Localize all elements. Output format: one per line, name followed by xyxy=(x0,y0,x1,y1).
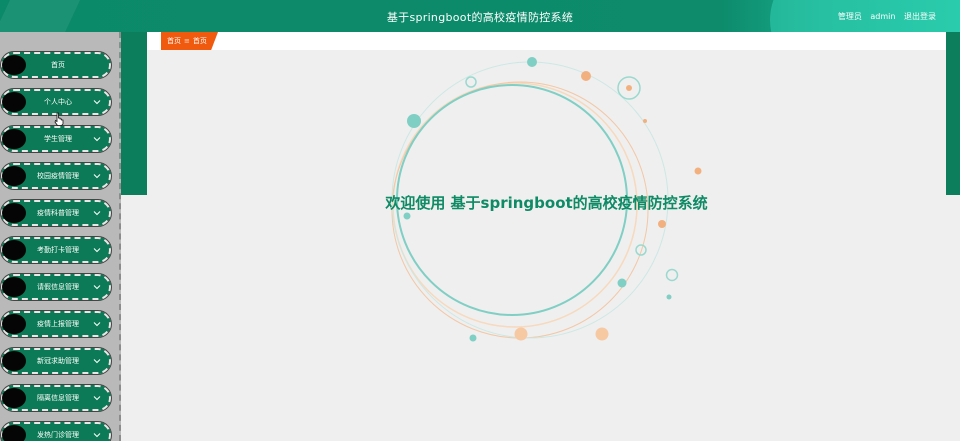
sidebar-item-label: 考勤打卡管理 xyxy=(37,246,79,254)
sidebar: 首页 个人中心 学生管理 校园疫情管理 疫情科普管理 考勤打卡管理 请假信息管理… xyxy=(0,32,121,441)
menu-bullet-icon xyxy=(2,240,26,260)
sidebar-item-label: 疫情上报管理 xyxy=(37,320,79,328)
chevron-down-icon xyxy=(93,248,101,253)
menu-bullet-icon xyxy=(2,388,26,408)
decor-dot xyxy=(617,278,627,288)
username: admin xyxy=(870,12,896,21)
chevron-down-icon xyxy=(93,433,101,438)
breadcrumb-bar: 首页 ≡ 首页 xyxy=(147,32,946,50)
decor-dot xyxy=(665,268,679,282)
sidebar-item-campus-epidemic[interactable]: 校园疫情管理 xyxy=(0,162,112,190)
decor-dot xyxy=(635,244,647,256)
chevron-down-icon xyxy=(93,174,101,179)
decor-dot xyxy=(581,71,591,81)
sidebar-item-covid-help[interactable]: 新冠求助管理 xyxy=(0,347,112,375)
sidebar-item-label: 新冠求助管理 xyxy=(37,357,79,365)
menu-bullet-icon xyxy=(2,203,26,223)
decor-dot xyxy=(514,327,528,341)
decor-dot xyxy=(403,212,411,220)
menu-bullet-icon xyxy=(2,55,26,75)
menu-bullet-icon xyxy=(2,92,26,112)
decor-dot xyxy=(407,114,421,128)
menu-bullet-icon xyxy=(2,277,26,297)
top-header: 基于springboot的高校疫情防控系统 管理员 admin 退出登录 xyxy=(0,0,960,32)
sidebar-item-student-management[interactable]: 学生管理 xyxy=(0,125,112,153)
menu-bullet-icon xyxy=(2,425,26,441)
chevron-down-icon xyxy=(93,322,101,327)
sidebar-item-label: 隔离信息管理 xyxy=(37,394,79,402)
menu-bullet-icon xyxy=(2,166,26,186)
sidebar-item-label: 个人中心 xyxy=(44,98,72,106)
decor-dot xyxy=(694,167,702,175)
sidebar-item-isolation-info[interactable]: 隔离信息管理 xyxy=(0,384,112,412)
welcome-message: 欢迎使用 基于springboot的高校疫情防控系统 xyxy=(385,194,708,212)
decor-dot xyxy=(527,57,537,67)
decor-dot xyxy=(643,119,647,123)
chevron-down-icon xyxy=(93,100,101,105)
chevron-down-icon xyxy=(93,137,101,142)
decor-dot xyxy=(595,327,609,341)
decor-dot xyxy=(465,76,477,88)
menu-bullet-icon xyxy=(2,351,26,371)
sidebar-item-label: 请假信息管理 xyxy=(37,283,79,291)
menu-bullet-icon xyxy=(2,129,26,149)
user-role: 管理员 xyxy=(837,12,862,21)
sidebar-item-attendance[interactable]: 考勤打卡管理 xyxy=(0,236,112,264)
breadcrumb-home[interactable]: 首页 xyxy=(167,36,181,46)
breadcrumb-separator-icon: ≡ xyxy=(184,37,190,45)
sidebar-item-leave-info[interactable]: 请假信息管理 xyxy=(0,273,112,301)
sidebar-item-fever-clinic[interactable]: 发热门诊管理 xyxy=(0,421,112,441)
sidebar-item-label: 疫情科普管理 xyxy=(37,209,79,217)
hand-cursor-icon xyxy=(54,112,64,126)
app-title: 基于springboot的高校疫情防控系统 xyxy=(386,11,574,24)
sidebar-item-label: 校园疫情管理 xyxy=(37,172,79,180)
sidebar-item-label: 首页 xyxy=(51,61,65,69)
decor-dot xyxy=(626,85,632,91)
chevron-down-icon xyxy=(93,211,101,216)
breadcrumb-current: 首页 xyxy=(192,37,207,45)
breadcrumb: 首页 ≡ 首页 xyxy=(161,32,218,50)
user-area: 管理员 admin 退出登录 xyxy=(832,11,936,22)
chevron-down-icon xyxy=(93,285,101,290)
chevron-down-icon xyxy=(93,359,101,364)
sidebar-item-epidemic-report[interactable]: 疫情上报管理 xyxy=(0,310,112,338)
menu-bullet-icon xyxy=(2,314,26,334)
decor-dot xyxy=(658,220,666,228)
sidebar-item-label: 学生管理 xyxy=(44,135,72,143)
sidebar-item-epidemic-science[interactable]: 疫情科普管理 xyxy=(0,199,112,227)
decor-dot xyxy=(469,334,477,342)
decor-dot xyxy=(666,294,672,300)
chevron-down-icon xyxy=(93,396,101,401)
sidebar-item-label: 发热门诊管理 xyxy=(37,431,79,439)
sidebar-item-home[interactable]: 首页 xyxy=(0,51,112,79)
logout-link[interactable]: 退出登录 xyxy=(904,12,936,21)
